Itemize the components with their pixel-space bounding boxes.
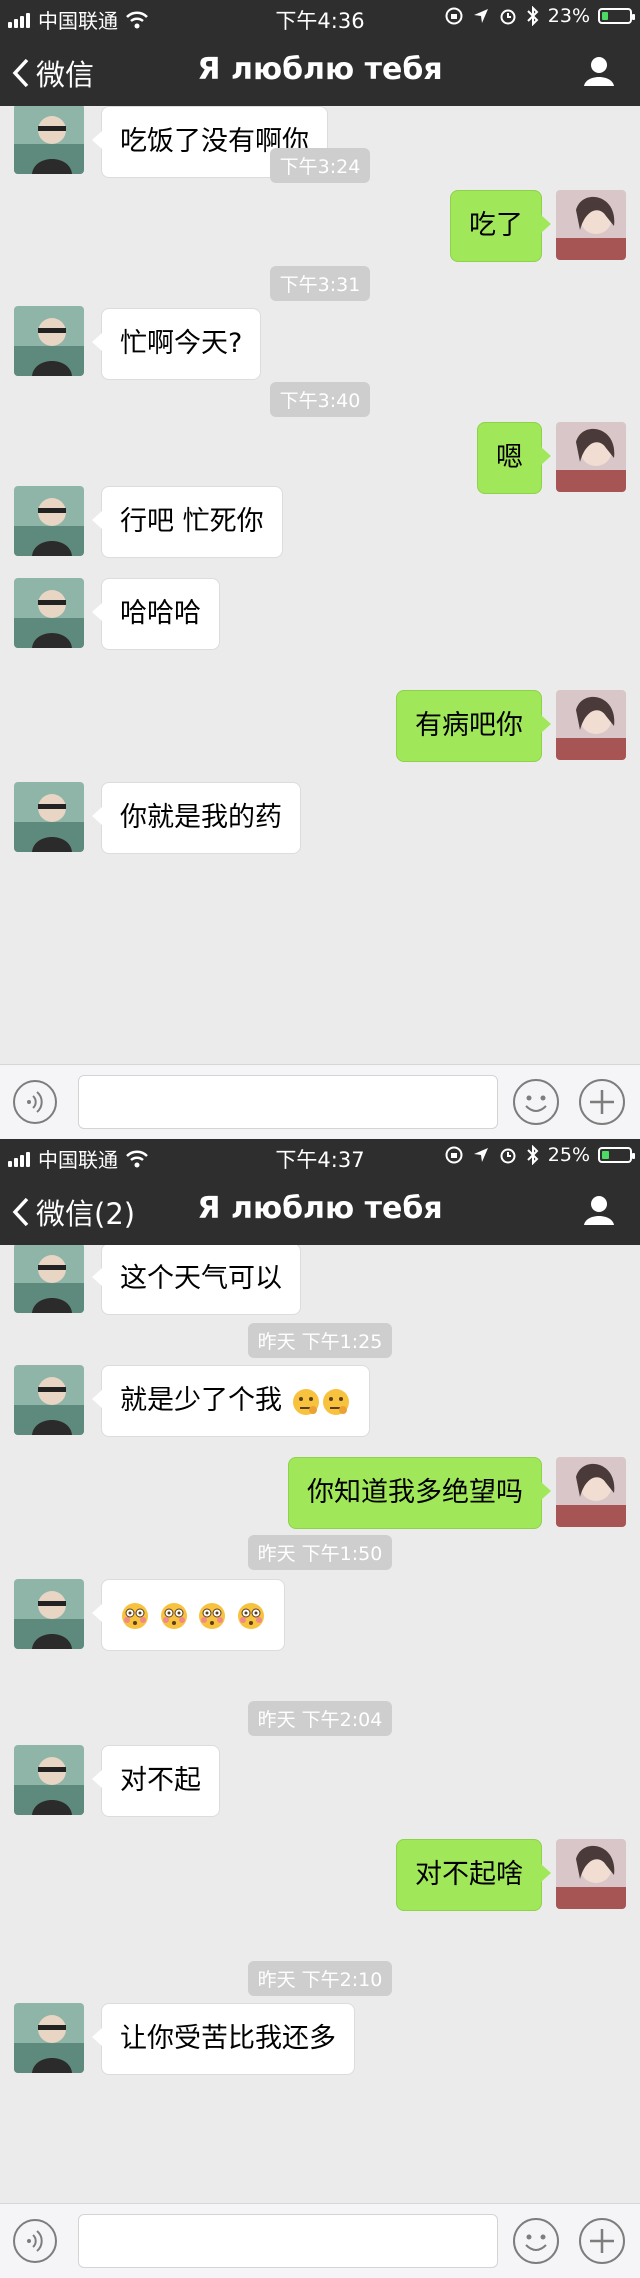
my-avatar[interactable]	[556, 1457, 626, 1527]
status-bar: 中国联通 下午4:36 23%	[0, 0, 640, 34]
input-bar	[0, 2203, 640, 2278]
peer-message-text: 就是少了个我	[120, 1385, 282, 1416]
voice-icon[interactable]	[12, 2218, 58, 2264]
profile-icon[interactable]	[582, 1193, 616, 1227]
location-icon	[473, 1148, 488, 1162]
peer-message[interactable]: 对不起	[92, 1745, 220, 1817]
peer-avatar[interactable]	[14, 2003, 84, 2073]
screen-2: 中国联通 下午4:37 25% 微信(2) Я люблю тебя 这个天气可…	[0, 1139, 640, 2278]
my-message[interactable]: 你知道我多绝望吗	[288, 1457, 551, 1529]
thinking-face-icon	[292, 1388, 319, 1415]
flushed-face-icon	[122, 1602, 148, 1629]
peer-message[interactable]: 行吧 忙死你	[92, 486, 283, 558]
lock-rotation-icon	[445, 7, 463, 25]
status-bar: 中国联通 下午4:37 25%	[0, 1139, 640, 1173]
flushed-face-icon	[199, 1602, 226, 1629]
location-icon	[473, 9, 488, 23]
nav-bar: 微信 Я люблю тебя	[0, 34, 640, 106]
back-button[interactable]: 微信(2)	[12, 1191, 135, 1233]
battery-icon	[598, 8, 635, 24]
emoji-icon[interactable]	[512, 2217, 560, 2265]
thinking-face-icon	[322, 1388, 349, 1415]
peer-avatar[interactable]	[14, 306, 84, 376]
chat-area[interactable]: 这个天气可以 昨天 下午1:25 就是少了个我 你知道我多绝望吗 昨天 下午1:…	[0, 1245, 640, 2203]
my-message[interactable]: 吃了	[450, 190, 551, 262]
back-button[interactable]: 微信	[12, 52, 94, 94]
peer-emoji-message[interactable]	[92, 1579, 285, 1651]
input-bar	[0, 1064, 640, 1139]
timestamp: 下午3:31	[0, 266, 640, 301]
alarm-icon	[500, 9, 516, 25]
battery-percent: 23%	[547, 5, 590, 27]
plus-icon[interactable]	[578, 1078, 626, 1126]
emoji-icon[interactable]	[512, 1078, 560, 1126]
timestamp: 昨天 下午2:04	[0, 1701, 640, 1736]
plus-icon[interactable]	[578, 2217, 626, 2265]
my-avatar[interactable]	[556, 190, 626, 260]
battery-icon	[598, 1147, 635, 1163]
back-chevron-icon	[12, 1197, 29, 1227]
my-message[interactable]: 对不起啥	[396, 1839, 551, 1911]
lock-rotation-icon	[445, 1146, 463, 1164]
peer-message[interactable]: 哈哈哈	[92, 578, 220, 650]
timestamp: 下午3:40	[0, 382, 640, 417]
peer-message[interactable]: 让你受苦比我还多	[92, 2003, 355, 2075]
chat-title: Я люблю тебя	[197, 52, 443, 87]
timestamp: 昨天 下午1:25	[0, 1323, 640, 1358]
nav-bar: 微信(2) Я люблю тебя	[0, 1173, 640, 1245]
peer-message[interactable]: 就是少了个我	[92, 1365, 370, 1437]
back-label: 微信	[36, 58, 95, 92]
chat-area[interactable]: 吃饭了没有啊你 下午3:24 吃了 下午3:31 忙啊今天? 下午3:40 嗯	[0, 106, 640, 1064]
timestamp: 昨天 下午1:50	[0, 1535, 640, 1570]
flushed-face-icon	[160, 1602, 187, 1629]
message-input[interactable]	[78, 1075, 498, 1129]
peer-message[interactable]: 这个天气可以	[92, 1245, 301, 1315]
my-message[interactable]: 嗯	[477, 422, 551, 494]
bluetooth-icon	[527, 6, 539, 26]
bluetooth-icon	[527, 1145, 539, 1165]
timestamp: 昨天 下午2:10	[0, 1961, 640, 1996]
peer-avatar[interactable]	[14, 782, 84, 852]
back-chevron-icon	[12, 58, 29, 88]
chat-title: Я люблю тебя	[197, 1191, 443, 1226]
timestamp: 下午3:24	[0, 148, 640, 183]
peer-avatar[interactable]	[14, 1745, 84, 1815]
flushed-face-icon	[237, 1602, 264, 1629]
battery-percent: 25%	[547, 1144, 590, 1166]
message-input[interactable]	[78, 2214, 498, 2268]
my-avatar[interactable]	[556, 422, 626, 492]
peer-avatar[interactable]	[14, 578, 84, 648]
voice-icon[interactable]	[12, 1079, 58, 1125]
my-avatar[interactable]	[556, 690, 626, 760]
screen-1: 中国联通 下午4:36 23% 微信 Я люблю тебя 吃饭了没有啊你 …	[0, 0, 640, 1139]
peer-message[interactable]: 你就是我的药	[92, 782, 301, 854]
peer-avatar[interactable]	[14, 1365, 84, 1435]
peer-avatar[interactable]	[14, 1245, 84, 1313]
my-message[interactable]: 有病吧你	[396, 690, 551, 762]
my-avatar[interactable]	[556, 1839, 626, 1909]
peer-avatar[interactable]	[14, 486, 84, 556]
alarm-icon	[500, 1148, 516, 1164]
peer-avatar[interactable]	[14, 1579, 84, 1649]
peer-message[interactable]: 忙啊今天?	[91, 308, 262, 380]
profile-icon[interactable]	[582, 54, 616, 88]
